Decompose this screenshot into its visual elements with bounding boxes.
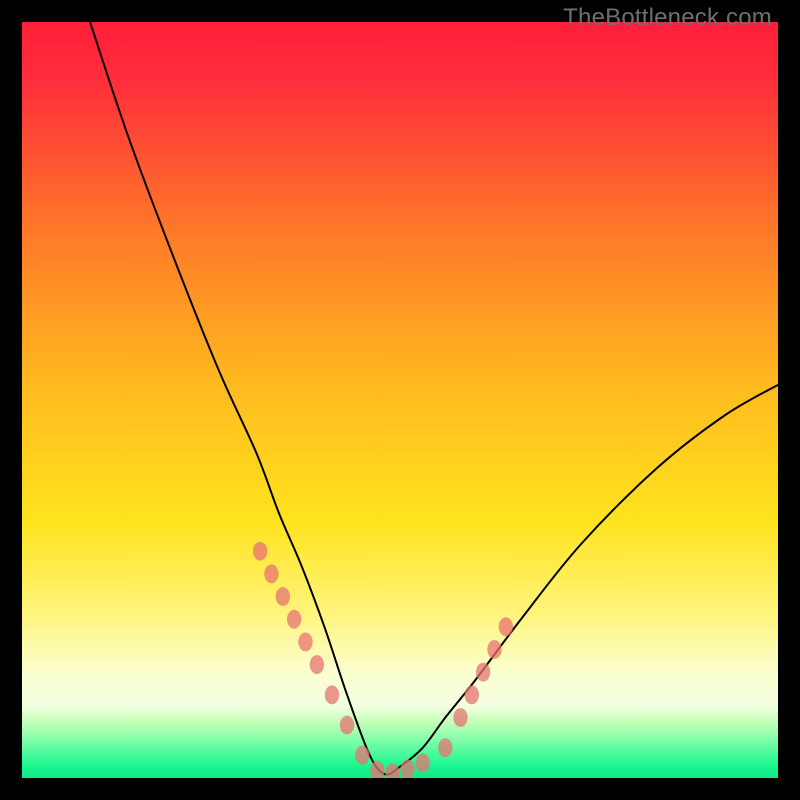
data-point-marker (400, 759, 414, 778)
data-point-marker (415, 753, 429, 772)
data-point-marker (310, 655, 324, 674)
data-point-marker (499, 617, 513, 636)
watermark-text: TheBottleneck.com (563, 4, 772, 32)
data-point-marker (276, 587, 290, 606)
data-point-marker (385, 763, 399, 778)
marker-layer (253, 542, 513, 778)
bottleneck-curve (90, 22, 778, 775)
data-point-marker (453, 708, 467, 727)
data-point-marker (355, 746, 369, 765)
data-point-marker (370, 761, 384, 778)
data-point-marker (253, 542, 267, 561)
data-point-marker (476, 663, 490, 682)
data-point-marker (287, 610, 301, 629)
data-point-marker (298, 632, 312, 651)
data-point-marker (264, 564, 278, 583)
data-point-marker (438, 738, 452, 757)
chart-svg (22, 22, 778, 778)
data-point-marker (340, 716, 354, 735)
curve-layer (90, 22, 778, 775)
data-point-marker (487, 640, 501, 659)
plot-area (22, 22, 778, 778)
data-point-marker (465, 685, 479, 704)
data-point-marker (325, 685, 339, 704)
